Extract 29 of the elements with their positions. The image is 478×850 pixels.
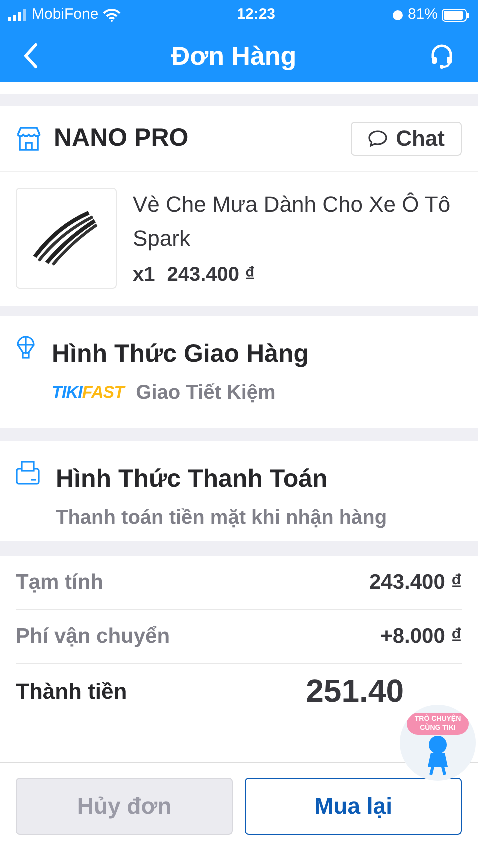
- store-icon: [16, 126, 42, 152]
- summary-label: Phí vận chuyển: [16, 624, 170, 650]
- chat-button[interactable]: Chat: [351, 122, 462, 156]
- reorder-button[interactable]: Mua lại: [245, 778, 462, 835]
- back-icon[interactable]: [24, 43, 38, 69]
- battery-percent: 81%: [408, 4, 438, 25]
- tikifast-logo: TIKIFAST: [52, 382, 124, 404]
- summary-label: Tạm tính: [16, 570, 104, 596]
- wifi-icon: [102, 8, 121, 22]
- shop-name: NANO PRO: [54, 122, 189, 154]
- section-title: Hình Thức Giao Hàng: [52, 339, 309, 370]
- signal-icon: [8, 9, 28, 21]
- clock-time: 12:23: [237, 4, 276, 25]
- wallet-icon: [16, 461, 40, 485]
- section-title: Hình Thức Thanh Toán: [56, 464, 329, 495]
- product-price: 243.400 ₫: [167, 263, 256, 288]
- product-name: Vè Che Mưa Dành Cho Xe Ô Tô Spark: [133, 191, 452, 253]
- carrier-name: MobiFone: [32, 4, 99, 25]
- headset-icon[interactable]: [430, 43, 454, 69]
- battery-icon: [442, 8, 470, 22]
- page-title: Đơn Hàng: [171, 40, 297, 72]
- shipping-method: Giao Tiết Kiệm: [136, 380, 276, 406]
- summary-value: +8.000 ₫: [380, 624, 462, 650]
- summary-label: Thành tiền: [16, 678, 128, 706]
- chat-bubble-icon: [368, 130, 388, 148]
- summary-value: 243.400 ₫: [369, 570, 462, 596]
- payment-method: Thanh toán tiền mặt khi nhận hàng: [56, 506, 388, 530]
- quantity: x1: [133, 263, 156, 288]
- parachute-icon: [16, 336, 36, 360]
